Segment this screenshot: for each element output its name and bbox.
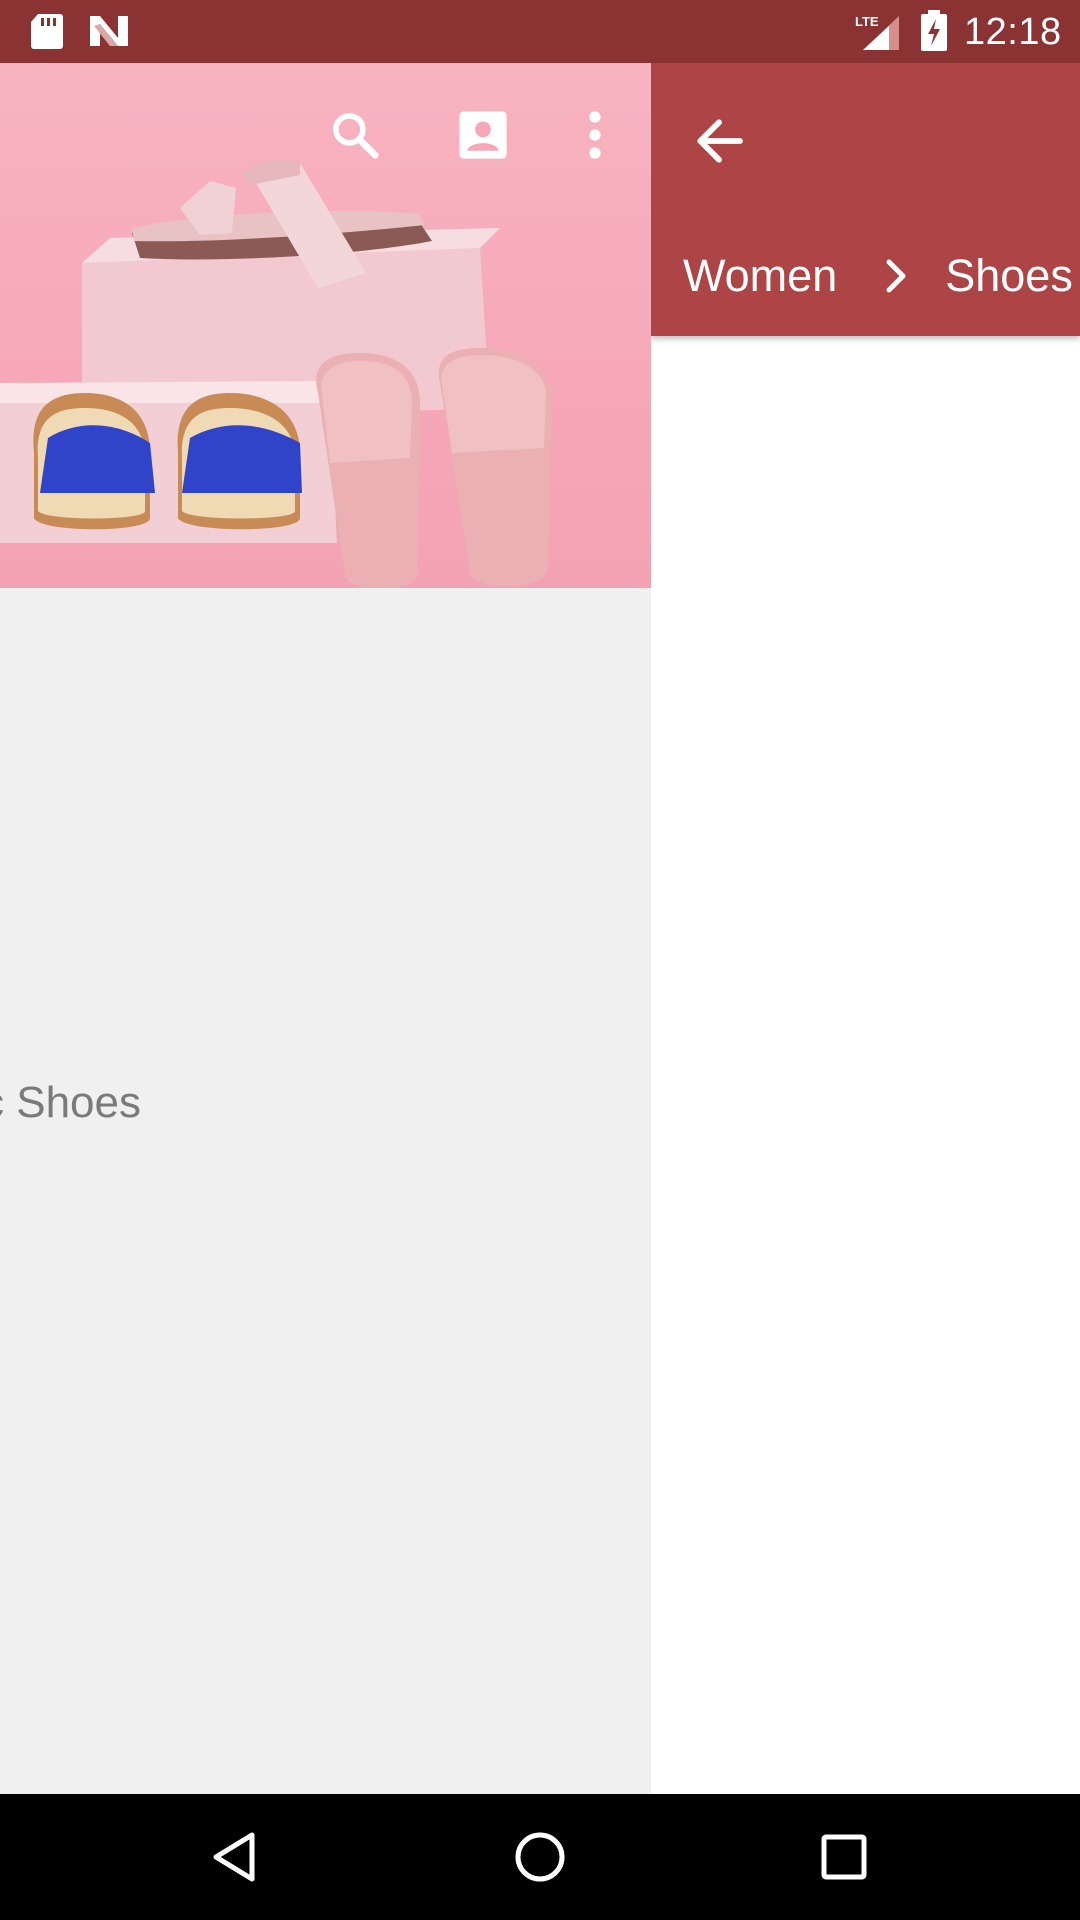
breadcrumb-item-women[interactable]: Women [683, 250, 837, 302]
back-triangle-icon[interactable] [208, 1829, 264, 1885]
hero-image [0, 63, 651, 588]
category-drawer: Women Shoes [651, 63, 1080, 1794]
breadcrumb: Women Shoes [683, 246, 1073, 306]
recents-square-icon[interactable] [816, 1829, 872, 1885]
status-bar: LTE 12:18 [0, 0, 1080, 63]
home-circle-icon[interactable] [512, 1829, 568, 1885]
lte-signal-icon: LTE [855, 14, 899, 50]
chevron-right-icon [886, 259, 906, 293]
n-notification-icon [90, 16, 128, 46]
search-icon[interactable] [328, 108, 382, 162]
sandals-product-image [0, 160, 552, 588]
breadcrumb-item-shoes[interactable]: Shoes [945, 250, 1073, 302]
account-icon[interactable] [456, 108, 510, 162]
category-label[interactable]: c Shoes [0, 1078, 141, 1128]
arrow-back-icon[interactable] [691, 113, 747, 169]
system-navigation-bar [0, 1794, 1080, 1920]
screen: LTE 12:18 Shoes Women Shoes [0, 0, 1080, 1920]
status-time: 12:18 [964, 11, 1062, 53]
drawer-header: Women Shoes [651, 63, 1080, 336]
battery-charging-icon [921, 10, 947, 51]
overflow-menu-icon[interactable] [568, 108, 622, 162]
lte-label: LTE [855, 14, 879, 29]
sd-card-icon [31, 14, 63, 49]
left-page: c Shoes [0, 63, 651, 1794]
